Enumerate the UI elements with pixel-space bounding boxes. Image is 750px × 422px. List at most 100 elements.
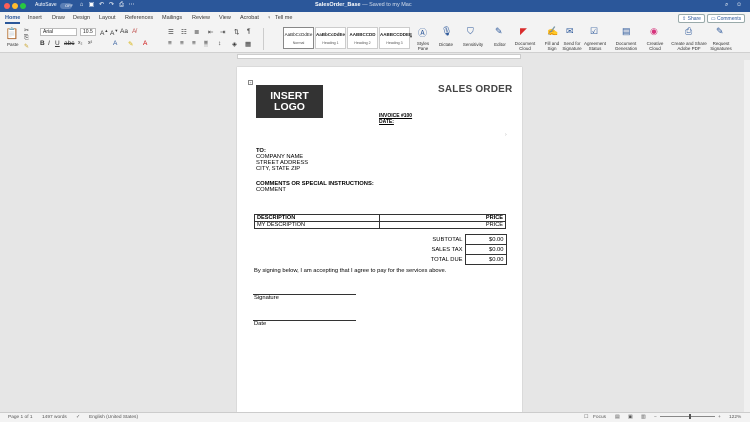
tab-home[interactable]: Home <box>5 15 20 21</box>
focus-mode-button[interactable]: Focus <box>593 415 606 420</box>
tell-me-search[interactable]: Tell me <box>275 15 292 21</box>
align-left-icon[interactable]: ≡ <box>168 40 172 47</box>
styles-gallery-expand-icon[interactable]: ▾ <box>410 34 412 39</box>
borders-icon[interactable]: ▦ <box>245 40 251 48</box>
align-center-icon[interactable]: ≡ <box>180 40 184 47</box>
styles-pane-icon[interactable]: Ⓐ <box>418 26 427 39</box>
agreement-status-icon[interactable]: ☑ <box>590 26 598 37</box>
table-move-handle-icon[interactable]: + <box>248 80 253 85</box>
send-signature-icon[interactable]: ✉ <box>566 26 574 37</box>
align-right-icon[interactable]: ≡ <box>192 40 196 47</box>
tab-insert[interactable]: Insert <box>28 15 42 21</box>
print-icon[interactable]: ⎙ <box>118 2 125 9</box>
print-layout-icon[interactable]: ▣ <box>628 415 633 420</box>
editor-icon[interactable]: ✎ <box>495 26 503 37</box>
request-signatures-icon[interactable]: ✎ <box>716 26 724 37</box>
style-normal[interactable]: AaBbCcDdEe Normal <box>283 27 314 49</box>
superscript-icon[interactable]: x² <box>88 40 92 46</box>
minimize-window-button[interactable] <box>12 3 18 9</box>
strikethrough-icon[interactable]: abc <box>64 40 74 47</box>
language-indicator[interactable]: English (United States) <box>89 415 138 420</box>
zoom-slider[interactable] <box>660 416 715 417</box>
style-heading-2[interactable]: AABBCCDD Heading 2 <box>347 27 378 49</box>
bullets-icon[interactable]: ☰ <box>168 28 174 36</box>
create-share-pdf-icon[interactable]: ⎙ <box>685 26 692 37</box>
zoom-window-button[interactable] <box>20 3 26 9</box>
shrink-font-icon[interactable]: A▼ <box>110 28 118 37</box>
multilevel-list-icon[interactable]: ≣ <box>194 28 199 36</box>
justify-icon[interactable]: ≡ <box>204 40 208 47</box>
cut-icon[interactable]: ✂ <box>24 27 29 34</box>
create-share-pdf-label: Create and Share Adobe PDF <box>671 41 707 51</box>
font-family-dropdown[interactable]: Arial <box>40 28 77 36</box>
shading-icon[interactable]: ◈ <box>232 40 237 48</box>
style-heading-1[interactable]: AaBbCcDdEe Heading 1 <box>315 27 346 49</box>
highlight-icon[interactable]: ✎ <box>128 40 133 48</box>
grow-font-icon[interactable]: A▲ <box>100 28 108 37</box>
word-count[interactable]: 1497 words <box>42 415 67 420</box>
sales-tax-row: SALES TAX $0.00 <box>420 244 507 255</box>
redo-icon[interactable]: ↷ <box>108 2 115 9</box>
change-case-icon[interactable]: Aa <box>120 28 128 35</box>
tab-draw[interactable]: Draw <box>52 15 65 21</box>
tab-references[interactable]: References <box>125 15 153 21</box>
numbering-icon[interactable]: ☷ <box>181 28 187 36</box>
document-generation-icon[interactable]: ▤ <box>622 26 631 37</box>
search-icon[interactable]: ⌕ <box>725 2 728 9</box>
tab-acrobat[interactable]: Acrobat <box>240 15 259 21</box>
font-size-dropdown[interactable]: 10.5 <box>80 28 96 36</box>
tab-mailings[interactable]: Mailings <box>162 15 182 21</box>
tab-layout[interactable]: Layout <box>99 15 116 21</box>
document-cloud-icon[interactable]: ◤ <box>520 26 527 37</box>
increase-indent-icon[interactable]: ⇥ <box>220 28 225 36</box>
subtotal-value[interactable]: $0.00 <box>464 234 507 245</box>
subscript-icon[interactable]: x₂ <box>78 40 82 46</box>
sort-icon[interactable]: ⇅ <box>234 28 239 36</box>
description-cell[interactable]: MY DESCRIPTION <box>254 221 380 229</box>
zoom-in-icon[interactable]: + <box>718 415 721 420</box>
clear-formatting-icon[interactable]: A̸ <box>132 28 136 35</box>
share-button[interactable]: ⇪ Share <box>678 14 705 23</box>
web-layout-icon[interactable]: ▥ <box>641 415 646 420</box>
page-count[interactable]: Page 1 of 1 <box>8 415 33 420</box>
zoom-level[interactable]: 122% <box>729 415 741 420</box>
more-icon[interactable]: ⋯ <box>128 2 135 9</box>
undo-icon[interactable]: ↶ <box>98 2 105 9</box>
tab-review[interactable]: Review <box>192 15 210 21</box>
account-icon[interactable]: ☺ <box>736 2 742 8</box>
style-heading-3[interactable]: AABBCCDDEE Heading 3 <box>379 27 412 49</box>
creative-cloud-icon[interactable]: ◉ <box>650 26 658 37</box>
price-cell[interactable]: PRICE <box>379 221 506 229</box>
close-window-button[interactable] <box>4 3 10 9</box>
home-icon[interactable]: ⌂ <box>78 2 85 9</box>
read-mode-icon[interactable]: ▤ <box>615 415 620 420</box>
decrease-indent-icon[interactable]: ⇤ <box>208 28 213 36</box>
italic-icon[interactable]: I <box>48 40 50 47</box>
logo-placeholder[interactable]: INSERT LOGO <box>256 85 323 118</box>
paste-icon[interactable]: 📋 <box>5 27 19 40</box>
microphone-icon[interactable]: 🎙 <box>441 26 452 37</box>
total-due-value[interactable]: $0.00 <box>464 254 507 265</box>
line-spacing-icon[interactable]: ↕ <box>218 40 221 47</box>
text-effects-icon[interactable]: A <box>113 40 117 47</box>
sensitivity-icon[interactable]: ⛉ <box>467 26 474 37</box>
tab-design[interactable]: Design <box>73 15 90 21</box>
bold-icon[interactable]: B <box>40 40 45 47</box>
zoom-out-icon[interactable]: − <box>654 415 657 420</box>
tab-view[interactable]: View <box>219 15 231 21</box>
comments-button[interactable]: ▭ Comments <box>707 14 745 23</box>
horizontal-ruler[interactable] <box>237 54 521 59</box>
autosave-toggle[interactable]: OFF <box>60 3 73 9</box>
copy-icon[interactable]: ⎘ <box>24 35 29 42</box>
proofing-icon[interactable]: ✓ <box>76 415 80 420</box>
underline-icon[interactable]: U <box>55 40 60 47</box>
save-icon[interactable]: ▣ <box>88 2 95 9</box>
format-painter-icon[interactable]: ✎ <box>24 43 29 50</box>
show-marks-icon[interactable]: ¶ <box>247 28 251 35</box>
focus-icon[interactable]: ☐ <box>584 415 588 420</box>
sales-tax-value[interactable]: $0.00 <box>464 244 507 255</box>
font-color-icon[interactable]: A <box>143 40 147 47</box>
zoom-slider-thumb[interactable] <box>689 414 691 419</box>
vertical-scrollbar[interactable] <box>744 60 750 412</box>
fill-sign-icon[interactable]: ✍ <box>547 26 558 37</box>
